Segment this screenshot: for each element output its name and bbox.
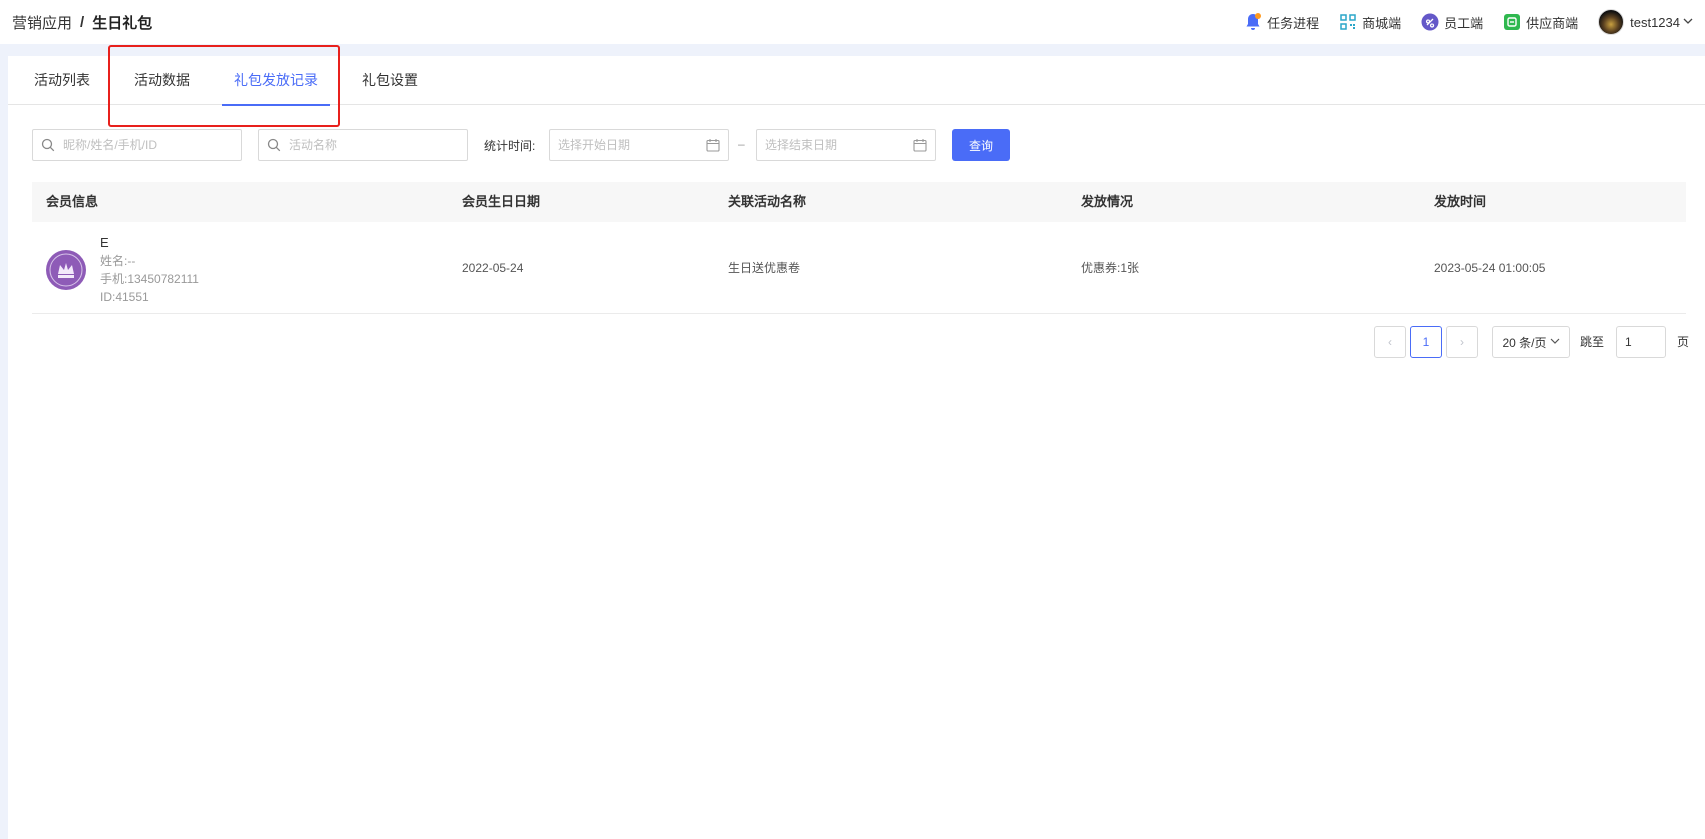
start-date-field[interactable]	[549, 129, 729, 161]
tab-activity-list[interactable]: 活动列表	[34, 56, 90, 105]
header-divider-band	[0, 44, 1705, 56]
activity-search-field[interactable]	[258, 129, 468, 161]
username: test1234	[1630, 14, 1680, 30]
tab-gift-settings[interactable]: 礼包设置	[362, 56, 418, 105]
top-bar: 营销应用 / 生日礼包 任务进程 商城端 员工端 供应商端 test1234	[0, 0, 1705, 44]
jump-label: 跳至	[1580, 335, 1605, 349]
search-icon	[267, 138, 281, 152]
staff-icon	[1421, 13, 1439, 31]
staff-label: 员工端	[1444, 15, 1484, 31]
page-size-select[interactable]: 20 条/页	[1492, 326, 1570, 358]
mall-label: 商城端	[1362, 15, 1402, 31]
column-activity-name: 关联活动名称	[728, 194, 807, 209]
breadcrumb-parent[interactable]: 营销应用	[12, 12, 72, 33]
next-page-button[interactable]: ›	[1446, 326, 1478, 358]
member-search-field[interactable]	[32, 129, 242, 161]
calendar-icon	[913, 138, 927, 152]
tab-gift-records[interactable]: 礼包发放记录	[222, 56, 330, 106]
member-id: ID:41551	[100, 290, 149, 304]
calendar-icon	[706, 138, 720, 152]
supplier-icon	[1503, 13, 1521, 31]
activity-search-input[interactable]	[289, 138, 459, 152]
member-nickname: E	[100, 235, 109, 250]
breadcrumb: 营销应用 / 生日礼包	[12, 12, 152, 33]
mall-link[interactable]: 商城端	[1339, 13, 1401, 32]
supplier-label: 供应商端	[1526, 15, 1579, 31]
chevron-down-icon	[1683, 16, 1693, 28]
member-info: E 姓名:-- 手机:13450782111 ID:41551	[100, 234, 199, 306]
cell-activity-name: 生日送优惠卷	[728, 261, 801, 275]
start-date-input[interactable]	[558, 138, 706, 152]
end-date-input[interactable]	[765, 138, 913, 152]
page-size-value: 20 条/页	[1502, 335, 1547, 350]
search-icon	[41, 138, 55, 152]
member-search-input[interactable]	[63, 138, 233, 152]
top-nav: 任务进程 商城端 员工端 供应商端 test1234	[1224, 0, 1693, 44]
bell-icon	[1244, 13, 1262, 31]
jump-page-input[interactable]: 1	[1616, 326, 1666, 358]
column-status: 发放情况	[1081, 194, 1134, 209]
user-menu[interactable]: test1234	[1598, 9, 1693, 35]
time-filter-label: 统计时间:	[484, 139, 536, 153]
left-gutter	[0, 56, 8, 839]
column-birthday: 会员生日日期	[462, 194, 541, 209]
end-date-field[interactable]	[756, 129, 936, 161]
supplier-link[interactable]: 供应商端	[1503, 13, 1578, 32]
column-member-info: 会员信息	[46, 194, 99, 209]
content-card: 活动列表 活动数据 礼包发放记录 礼包设置 统计时间: – 查询 会员信息 会员…	[8, 56, 1705, 839]
chevron-down-icon	[1550, 336, 1560, 348]
task-progress-label: 任务进程	[1267, 15, 1320, 31]
date-range-dash: –	[738, 137, 745, 151]
user-avatar	[1598, 9, 1625, 35]
breadcrumb-separator: /	[80, 13, 85, 31]
page-1-button[interactable]: 1	[1410, 326, 1442, 358]
qrcode-icon	[1339, 13, 1357, 31]
breadcrumb-current: 生日礼包	[92, 14, 153, 32]
query-button[interactable]: 查询	[952, 129, 1010, 161]
cell-send-time: 2023-05-24 01:00:05	[1434, 261, 1546, 275]
prev-page-button[interactable]: ‹	[1374, 326, 1406, 358]
cell-birthday: 2022-05-24	[462, 261, 524, 275]
member-name: 姓名:--	[100, 254, 136, 268]
member-avatar	[46, 250, 86, 290]
member-phone: 手机:13450782111	[100, 272, 199, 286]
table-row: E 姓名:-- 手机:13450782111 ID:41551 2022-05-…	[32, 222, 1686, 314]
table-header: 会员信息 会员生日日期 关联活动名称 发放情况 发放时间	[32, 182, 1686, 222]
tab-activity-data[interactable]: 活动数据	[134, 56, 190, 105]
column-send-time: 发放时间	[1434, 194, 1487, 209]
staff-link[interactable]: 员工端	[1421, 13, 1483, 32]
tab-bar: 活动列表 活动数据 礼包发放记录 礼包设置	[8, 56, 1705, 106]
page-unit-label: 页	[1677, 335, 1690, 349]
task-progress-link[interactable]: 任务进程	[1244, 13, 1319, 32]
cell-status: 优惠券:1张	[1081, 261, 1140, 275]
